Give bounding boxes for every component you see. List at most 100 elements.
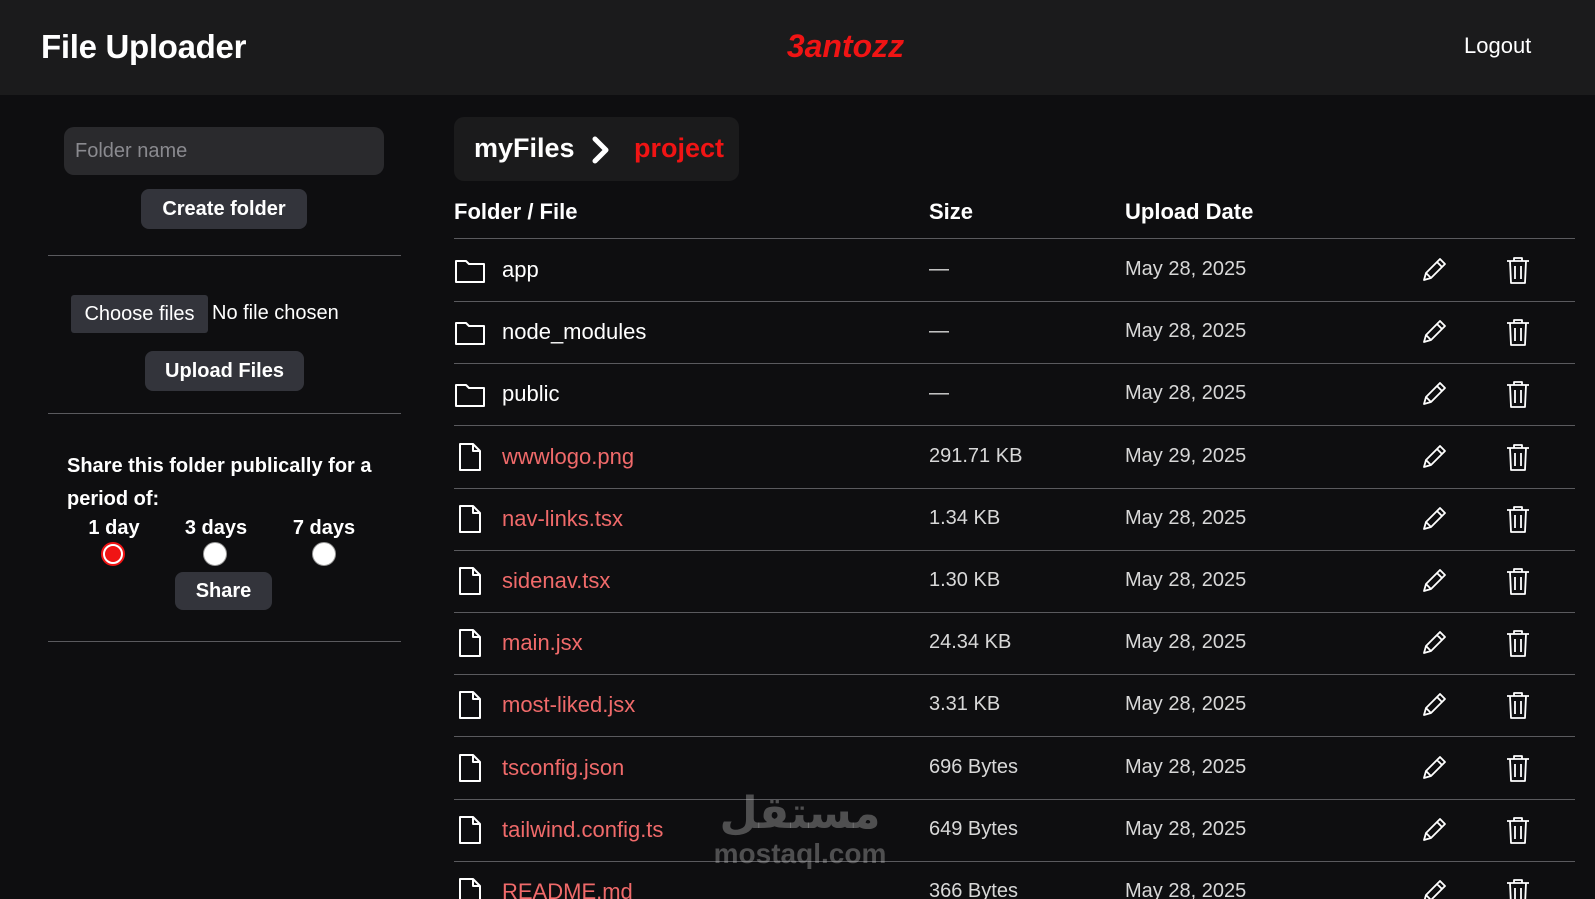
folder-icon	[454, 379, 486, 409]
table-row[interactable]: most-liked.jsx 3.31 KB May 28, 2025	[454, 674, 1575, 738]
file-size: 696 Bytes	[929, 755, 1018, 778]
folder-name[interactable]: public	[502, 381, 559, 407]
upload-date: May 28, 2025	[1125, 755, 1247, 778]
file-name-link[interactable]: wwwlogo.png	[502, 444, 634, 470]
file-size: 24.34 KB	[929, 631, 1012, 654]
file-icon	[454, 504, 486, 534]
folder-icon	[454, 317, 486, 347]
file-table: Folder / File Size Upload Date app — May 2…	[454, 185, 1575, 899]
pencil-icon[interactable]	[1419, 379, 1449, 409]
trash-icon[interactable]	[1504, 566, 1532, 596]
upload-date: May 28, 2025	[1125, 382, 1247, 405]
file-name-link[interactable]: tailwind.config.ts	[502, 817, 663, 843]
share-option-label-7-days: 7 days	[292, 517, 356, 539]
table-row[interactable]: node_modules — May 28, 2025	[454, 301, 1575, 365]
trash-icon[interactable]	[1504, 317, 1532, 347]
trash-icon[interactable]	[1504, 815, 1532, 845]
trash-icon[interactable]	[1504, 379, 1532, 409]
upload-date: May 28, 2025	[1125, 569, 1247, 591]
file-icon	[454, 815, 486, 845]
pencil-icon[interactable]	[1419, 753, 1449, 783]
folder-name[interactable]: app	[502, 257, 539, 283]
trash-icon[interactable]	[1504, 628, 1532, 658]
folder-name[interactable]: node_modules	[502, 319, 646, 345]
divider	[48, 255, 401, 256]
file-name-link[interactable]: tsconfig.json	[502, 755, 624, 781]
upload-date: May 28, 2025	[1125, 693, 1247, 716]
table-row[interactable]: wwwlogo.png 291.71 KB May 29, 2025	[454, 426, 1575, 489]
trash-icon[interactable]	[1504, 504, 1532, 534]
folder-name-input[interactable]	[64, 127, 384, 175]
upload-date: May 28, 2025	[1125, 880, 1247, 899]
file-size: —	[929, 258, 949, 280]
logout-link[interactable]: Logout	[1464, 33, 1531, 59]
pencil-icon[interactable]	[1419, 317, 1449, 347]
table-row[interactable]: README.md 366 Bytes May 28, 2025	[454, 861, 1575, 899]
create-folder-button[interactable]: Create folder	[141, 189, 307, 229]
upload-date: May 28, 2025	[1125, 506, 1247, 529]
file-size: 1.30 KB	[929, 569, 1001, 591]
file-icon	[454, 753, 486, 783]
trash-icon[interactable]	[1504, 753, 1532, 783]
share-option-radio-7-days[interactable]	[312, 542, 336, 566]
share-option-radio-3-days[interactable]	[203, 542, 227, 566]
table-row[interactable]: tsconfig.json 696 Bytes May 28, 2025	[454, 737, 1575, 800]
upload-date: May 29, 2025	[1125, 444, 1247, 467]
pencil-icon[interactable]	[1419, 566, 1449, 596]
trash-icon[interactable]	[1504, 255, 1532, 285]
table-row[interactable]: nav-links.tsx 1.34 KB May 28, 2025	[454, 488, 1575, 551]
file-name-link[interactable]: nav-links.tsx	[502, 506, 623, 532]
file-name-link[interactable]: most-liked.jsx	[502, 692, 635, 718]
share-option-radio-1-day[interactable]	[101, 542, 125, 566]
table-row[interactable]: sidenav.tsx 1.30 KB May 28, 2025	[454, 550, 1575, 613]
pencil-icon[interactable]	[1419, 690, 1449, 720]
brand-text: 3antozz	[786, 28, 905, 64]
sidebar: Create folder Choose files No file chose…	[48, 95, 401, 899]
table-row[interactable]: public — May 28, 2025	[454, 363, 1575, 427]
file-icon	[454, 690, 486, 720]
column-header-size: Size	[929, 199, 974, 224]
app-header: File Uploader 3antozz Logout	[0, 0, 1595, 95]
upload-date: May 28, 2025	[1125, 631, 1247, 654]
upload-date: May 28, 2025	[1125, 258, 1247, 280]
file-size: 366 Bytes	[929, 880, 1018, 899]
file-icon	[454, 628, 486, 658]
divider	[48, 413, 401, 414]
table-row[interactable]: app — May 28, 2025	[454, 239, 1575, 302]
file-size: 649 Bytes	[929, 817, 1018, 840]
divider	[48, 641, 401, 642]
file-icon	[454, 442, 486, 472]
file-icon	[454, 877, 486, 899]
trash-icon[interactable]	[1504, 877, 1532, 899]
brand-name: 3antozz	[0, 28, 1595, 65]
file-name-link[interactable]: sidenav.tsx	[502, 568, 610, 594]
pencil-icon[interactable]	[1419, 442, 1449, 472]
upload-files-button[interactable]: Upload Files	[145, 351, 304, 391]
trash-icon[interactable]	[1504, 690, 1532, 720]
watermark-latin: mostaql.com	[713, 838, 887, 869]
file-name-link[interactable]: main.jsx	[502, 630, 583, 656]
breadcrumb-current: project	[634, 133, 725, 163]
file-size: 3.31 KB	[929, 693, 1001, 716]
breadcrumb-root[interactable]: myFiles	[474, 133, 575, 164]
folder-icon	[454, 255, 486, 285]
share-button[interactable]: Share	[175, 572, 272, 610]
share-option-label-1-day: 1 day	[88, 517, 140, 539]
pencil-icon[interactable]	[1419, 255, 1449, 285]
table-row[interactable]: main.jsx 24.34 KB May 28, 2025	[454, 612, 1575, 676]
pencil-icon[interactable]	[1419, 877, 1449, 899]
pencil-icon[interactable]	[1419, 504, 1449, 534]
file-size: 291.71 KB	[929, 444, 1023, 467]
pencil-icon[interactable]	[1419, 815, 1449, 845]
table-row[interactable]: tailwind.config.ts 649 Bytes May 28, 2025	[454, 799, 1575, 862]
file-name-link[interactable]: README.md	[502, 879, 633, 899]
choose-files-button[interactable]: Choose files	[71, 295, 208, 333]
upload-date: May 28, 2025	[1125, 320, 1247, 343]
no-file-text: No file chosen	[212, 302, 339, 324]
column-header-name: Folder / File	[454, 199, 578, 224]
watermark: مستقل mostaql.com	[700, 790, 900, 870]
pencil-icon[interactable]	[1419, 628, 1449, 658]
file-icon	[454, 566, 486, 596]
trash-icon[interactable]	[1504, 442, 1532, 472]
file-size: —	[929, 382, 949, 405]
